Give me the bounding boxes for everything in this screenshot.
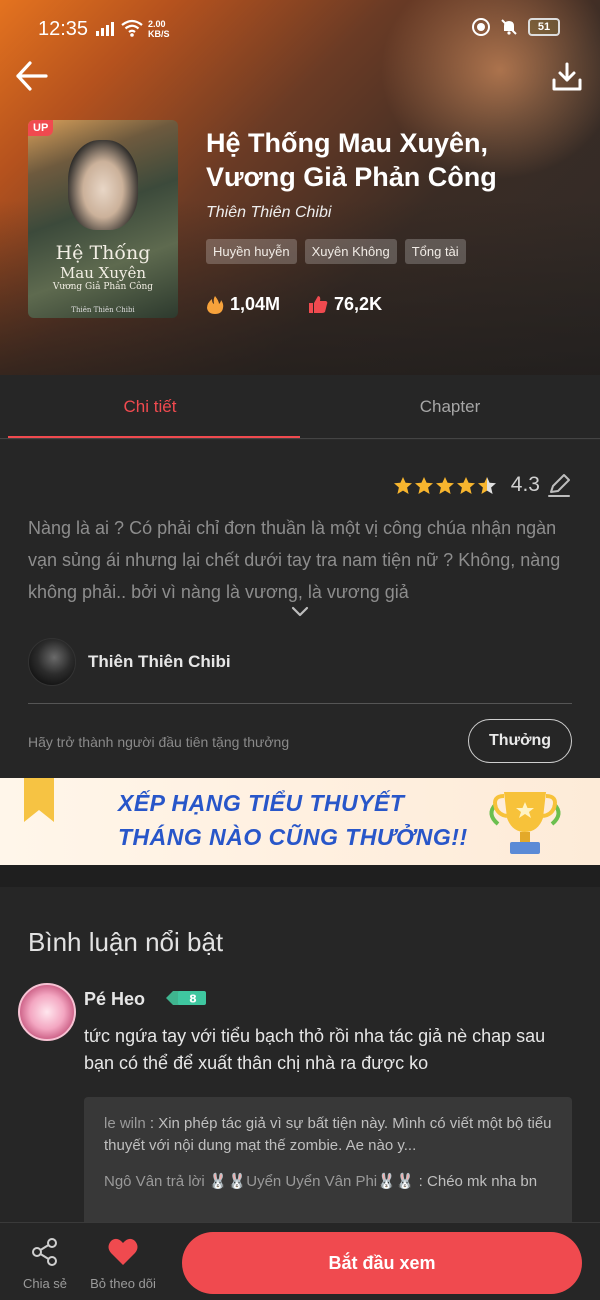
commenter-name[interactable]: Pé Heo — [84, 989, 145, 1010]
gift-prompt: Hãy trở thành người đầu tiên tặng thưởng — [28, 734, 290, 750]
rating-value: 4.3 — [510, 473, 540, 496]
genre-tags: Huyền huyễn Xuyên Không Tổng tài — [206, 239, 466, 264]
status-bar: 12:35 2.00 KB/S 51 — [0, 0, 600, 60]
star-icon — [393, 476, 412, 494]
promo-banner[interactable]: XẾP HẠNG TIỂU THUYẾT THÁNG NÀO CŨNG THƯỞ… — [0, 778, 600, 865]
gift-button[interactable]: Thưởng — [468, 719, 572, 763]
views-count: 1,04M — [230, 294, 281, 314]
network-speed-value: 2.00 — [148, 19, 166, 29]
genre-tag[interactable]: Xuyên Không — [304, 239, 397, 264]
banner-line1: XẾP HẠNG TIỂU THUYẾT — [118, 790, 405, 816]
tab-bar: Chi tiết Chapter — [0, 375, 600, 439]
wifi-icon — [121, 19, 143, 37]
rating: 4.3 — [393, 472, 572, 498]
unfollow-button[interactable]: Bỏ theo dõi — [88, 1237, 158, 1291]
fire-icon — [207, 295, 224, 314]
likes-stat: 76,2K — [308, 294, 382, 315]
star-icon — [435, 476, 454, 494]
download-icon[interactable] — [550, 60, 584, 94]
book-stats: 1,04M 76,2K — [206, 294, 382, 315]
start-reading-button[interactable]: Bắt đầu xem — [182, 1232, 582, 1294]
comment-text: tức ngứa tay với tiểu bạch thỏ rồi nha t… — [84, 1026, 546, 1073]
back-arrow-icon[interactable] — [14, 58, 50, 94]
unfollow-label: Bỏ theo dõi — [90, 1276, 156, 1291]
reply-item: Ngô Vân trả lời 🐰🐰Uyển Uyển Vân Phi🐰🐰 : … — [104, 1173, 538, 1190]
record-icon — [472, 18, 490, 36]
trophy-icon — [489, 792, 561, 854]
cover-title-line1: Hệ Thống — [55, 242, 151, 264]
divider — [28, 703, 572, 704]
author-avatar — [28, 638, 76, 686]
commenter-avatar[interactable] — [18, 983, 76, 1041]
heart-icon — [108, 1238, 138, 1265]
book-title: Hệ Thống Mau Xuyên, Vương Giả Phản Công — [206, 128, 497, 192]
status-time: 12:35 — [38, 18, 89, 40]
network-speed-unit: KB/S — [148, 29, 170, 39]
bottom-action-bar: Chia sẻ Bỏ theo dõi Bắt đầu xem — [0, 1222, 600, 1300]
cover-title-line2: Mau Xuyên — [59, 264, 147, 282]
chevron-down-icon[interactable] — [290, 605, 310, 619]
replies-box[interactable]: le wiln : Xin phép tác giả vì sự bất tiệ… — [84, 1097, 572, 1227]
tab-details[interactable]: Chi tiết — [0, 375, 300, 439]
reply-author: Ngô Vân trả lời 🐰🐰Uyển Uyển Vân Phi🐰🐰 — [104, 1173, 415, 1190]
cover-author: Thiên Thiên Chibi — [71, 306, 135, 314]
reply-author: le wiln — [104, 1115, 146, 1132]
synopsis: Nàng là ai ? Có phải chỉ đơn thuần là mộ… — [28, 518, 561, 602]
reply-text: Xin phép tác giả vì sự bất tiện này. Mìn… — [104, 1115, 552, 1154]
share-label: Chia sẻ — [22, 1276, 68, 1291]
author-name: Thiên Thiên Chibi — [88, 652, 231, 671]
cover-portrait — [68, 140, 138, 230]
views-stat: 1,04M — [206, 294, 280, 315]
comments-heading: Bình luận nổi bật — [28, 927, 224, 957]
banner-line2: THÁNG NÀO CŨNG THƯỞNG!! — [118, 824, 468, 850]
star-icon — [456, 476, 475, 494]
signal-icon — [96, 22, 114, 36]
tab-chapter[interactable]: Chapter — [300, 375, 600, 439]
star-half-icon — [477, 476, 496, 494]
book-cover[interactable]: Hệ Thống Mau Xuyên Vương Giả Phản Công T… — [28, 120, 178, 318]
author-row[interactable]: Thiên Thiên Chibi — [28, 638, 231, 686]
book-author[interactable]: Thiên Thiên Chibi — [206, 204, 331, 222]
reply-item: le wiln : Xin phép tác giả vì sự bất tiệ… — [104, 1115, 552, 1154]
level-badge: 8 — [166, 991, 206, 1006]
likes-count: 76,2K — [334, 294, 383, 314]
share-button[interactable]: Chia sẻ — [10, 1237, 80, 1291]
share-icon — [32, 1238, 57, 1266]
rating-stars — [393, 476, 497, 495]
section-gap — [0, 865, 600, 887]
star-icon — [414, 476, 433, 494]
reply-text: Chéo mk nha bn — [427, 1173, 538, 1190]
network-speed: 2.00 KB/S — [148, 19, 170, 39]
genre-tag[interactable]: Huyền huyễn — [206, 239, 297, 264]
up-badge: UP — [28, 120, 54, 136]
battery-icon: 51 — [528, 18, 560, 36]
genre-tag[interactable]: Tổng tài — [404, 239, 466, 264]
tabs-divider — [0, 438, 600, 439]
cover-title-line3: Vương Giả Phản Công — [52, 282, 154, 292]
level-badge-value: 8 — [189, 993, 197, 1006]
thumbs-up-icon — [309, 296, 328, 313]
bell-off-icon — [501, 19, 517, 35]
detail-section: 4.3 Nàng là ai ? Có phải chỉ đơn thuần l… — [0, 440, 600, 778]
ribbon-icon — [24, 778, 54, 822]
edit-rating-icon[interactable] — [546, 472, 572, 498]
